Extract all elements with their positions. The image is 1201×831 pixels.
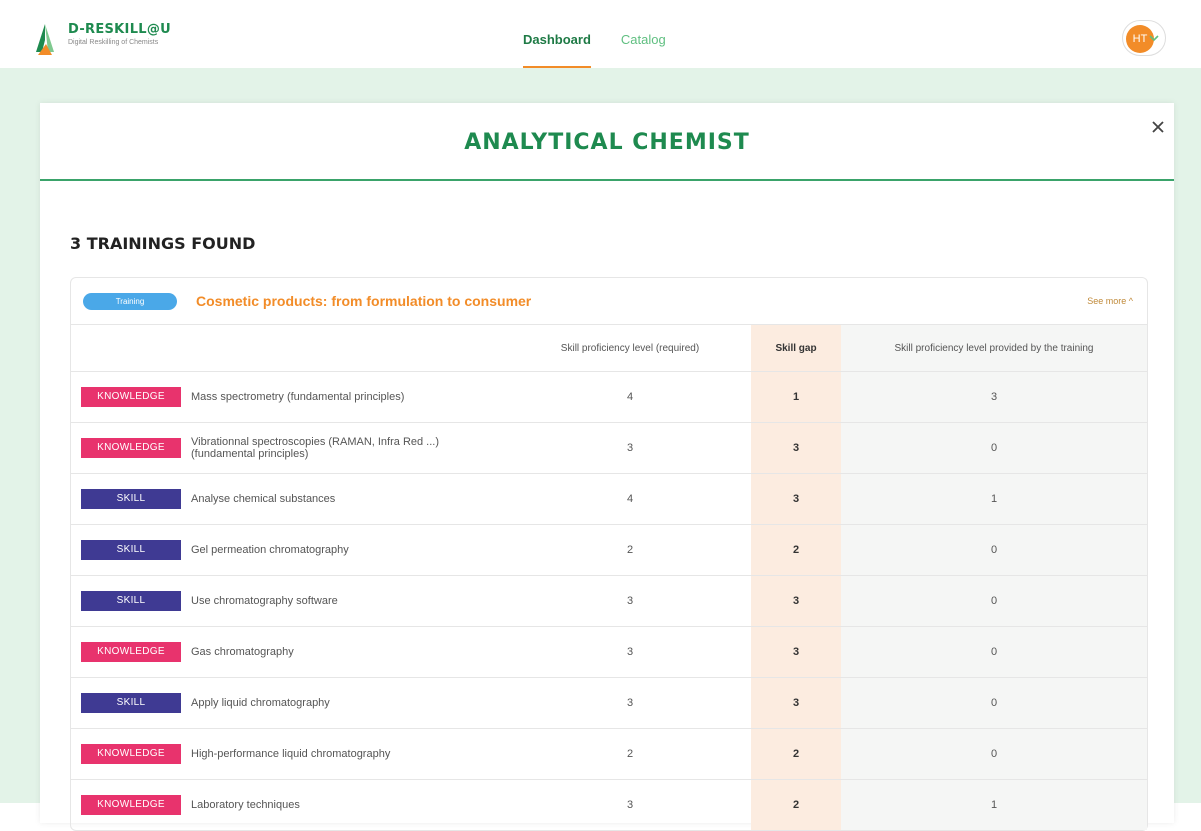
required-level: 3: [509, 677, 751, 729]
skill-type-badge: KNOWLEDGE: [81, 642, 181, 662]
provided-level: 0: [841, 677, 1147, 729]
table-row: SKILL Use chromatography software 3 3 0: [71, 575, 1147, 627]
skill-gap-value: 2: [751, 728, 841, 780]
table-row: KNOWLEDGE Mass spectrometry (fundamental …: [71, 371, 1147, 423]
skill-name: High-performance liquid chromatography: [191, 748, 391, 760]
brand-subtitle: Digital Reskilling of Chemists: [68, 39, 159, 46]
provided-level: 0: [841, 575, 1147, 627]
skill-name: Use chromatography software: [191, 595, 338, 607]
modal-header: ANALYTICAL CHEMIST: [40, 103, 1174, 181]
skill-type-badge: SKILL: [81, 540, 181, 560]
required-level: 4: [509, 371, 751, 423]
required-level: 3: [509, 626, 751, 678]
required-level: 3: [509, 779, 751, 830]
skill-name: Gas chromatography: [191, 646, 294, 658]
training-card: Training Cosmetic products: from formula…: [70, 277, 1148, 831]
skill-cell: SKILL Use chromatography software: [71, 575, 509, 627]
table-header-row: Skill proficiency level (required) Skill…: [71, 325, 1147, 372]
main-nav: Dashboard Catalog: [523, 0, 696, 68]
col-skill-gap: Skill gap: [751, 325, 841, 372]
provided-level: 0: [841, 728, 1147, 780]
training-title: Cosmetic products: from formulation to c…: [196, 293, 532, 309]
top-navigation: D-RESKILL@U Digital Reskilling of Chemis…: [0, 0, 1201, 68]
provided-level: 3: [841, 371, 1147, 423]
provided-level: 0: [841, 626, 1147, 678]
provided-level: 0: [841, 422, 1147, 474]
skill-gap-value: 3: [751, 677, 841, 729]
required-level: 3: [509, 422, 751, 474]
table-row: KNOWLEDGE Vibrationnal spectroscopies (RA…: [71, 422, 1147, 474]
skill-type-badge: KNOWLEDGE: [81, 387, 181, 407]
skill-cell: SKILL Analyse chemical substances: [71, 473, 509, 525]
skill-cell: KNOWLEDGE Mass spectrometry (fundamental …: [71, 371, 509, 423]
trainings-found-heading: 3 TRAININGS FOUND: [70, 234, 256, 253]
skill-type-badge: SKILL: [81, 591, 181, 611]
skill-gap-value: 2: [751, 779, 841, 830]
user-menu[interactable]: HT: [1122, 20, 1166, 56]
brand-logo[interactable]: D-RESKILL@U Digital Reskilling of Chemis…: [32, 22, 171, 56]
skill-name: Mass spectrometry (fundamental principle…: [191, 391, 405, 403]
skill-name: Apply liquid chromatography: [191, 697, 330, 709]
provided-level: 1: [841, 473, 1147, 525]
table-row: SKILL Apply liquid chromatography 3 3 0: [71, 677, 1147, 729]
close-icon[interactable]: [1148, 117, 1168, 137]
skill-name: Vibrationnal spectroscopies (RAMAN, Infr…: [191, 436, 440, 460]
nav-dashboard[interactable]: Dashboard: [523, 0, 591, 68]
skill-cell: KNOWLEDGE Laboratory techniques: [71, 779, 509, 830]
skill-type-badge: KNOWLEDGE: [81, 438, 181, 458]
brand-title: D-RESKILL@U: [68, 22, 172, 37]
skill-gap-value: 3: [751, 575, 841, 627]
skill-type-badge: SKILL: [81, 489, 181, 509]
see-more-toggle[interactable]: See more ^: [1087, 296, 1133, 306]
chevron-down-icon: [1149, 35, 1159, 42]
skill-cell: KNOWLEDGE High-performance liquid chromat…: [71, 728, 509, 780]
skill-name: Laboratory techniques: [191, 799, 300, 811]
nav-catalog[interactable]: Catalog: [621, 0, 666, 68]
skill-type-badge: KNOWLEDGE: [81, 795, 181, 815]
training-header[interactable]: Training Cosmetic products: from formula…: [71, 278, 1147, 325]
skill-gap-value: 1: [751, 371, 841, 423]
col-skill: [71, 325, 509, 372]
provided-level: 0: [841, 524, 1147, 576]
skill-cell: SKILL Gel permeation chromatography: [71, 524, 509, 576]
training-badge: Training: [83, 293, 177, 310]
skill-cell: SKILL Apply liquid chromatography: [71, 677, 509, 729]
table-row: KNOWLEDGE Laboratory techniques 3 2 1: [71, 779, 1147, 830]
required-level: 2: [509, 728, 751, 780]
skill-cell: KNOWLEDGE Gas chromatography: [71, 626, 509, 678]
table-row: SKILL Gel permeation chromatography 2 2 0: [71, 524, 1147, 576]
table-row: KNOWLEDGE Gas chromatography 3 3 0: [71, 626, 1147, 678]
skill-name: Analyse chemical substances: [191, 493, 336, 505]
required-level: 3: [509, 575, 751, 627]
col-provided: Skill proficiency level provided by the …: [841, 325, 1147, 372]
skill-gap-value: 2: [751, 524, 841, 576]
job-modal: ANALYTICAL CHEMIST 3 TRAININGS FOUND Tra…: [40, 103, 1174, 831]
skill-gap-value: 3: [751, 473, 841, 525]
skill-cell: KNOWLEDGE Vibrationnal spectroscopies (RA…: [71, 422, 509, 474]
flask-logo-icon: [36, 24, 54, 55]
see-more-label: See more: [1087, 296, 1127, 306]
modal-title: ANALYTICAL CHEMIST: [464, 130, 750, 155]
skill-gap-value: 3: [751, 422, 841, 474]
skills-table: Skill proficiency level (required) Skill…: [71, 325, 1147, 830]
skill-type-badge: SKILL: [81, 693, 181, 713]
table-row: KNOWLEDGE High-performance liquid chromat…: [71, 728, 1147, 780]
chevron-up-icon: ^: [1128, 296, 1133, 306]
required-level: 4: [509, 473, 751, 525]
required-level: 2: [509, 524, 751, 576]
skill-name: Gel permeation chromatography: [191, 544, 349, 556]
provided-level: 1: [841, 779, 1147, 830]
table-row: SKILL Analyse chemical substances 4 3 1: [71, 473, 1147, 525]
skill-gap-value: 3: [751, 626, 841, 678]
col-required: Skill proficiency level (required): [560, 342, 700, 354]
skill-type-badge: KNOWLEDGE: [81, 744, 181, 764]
